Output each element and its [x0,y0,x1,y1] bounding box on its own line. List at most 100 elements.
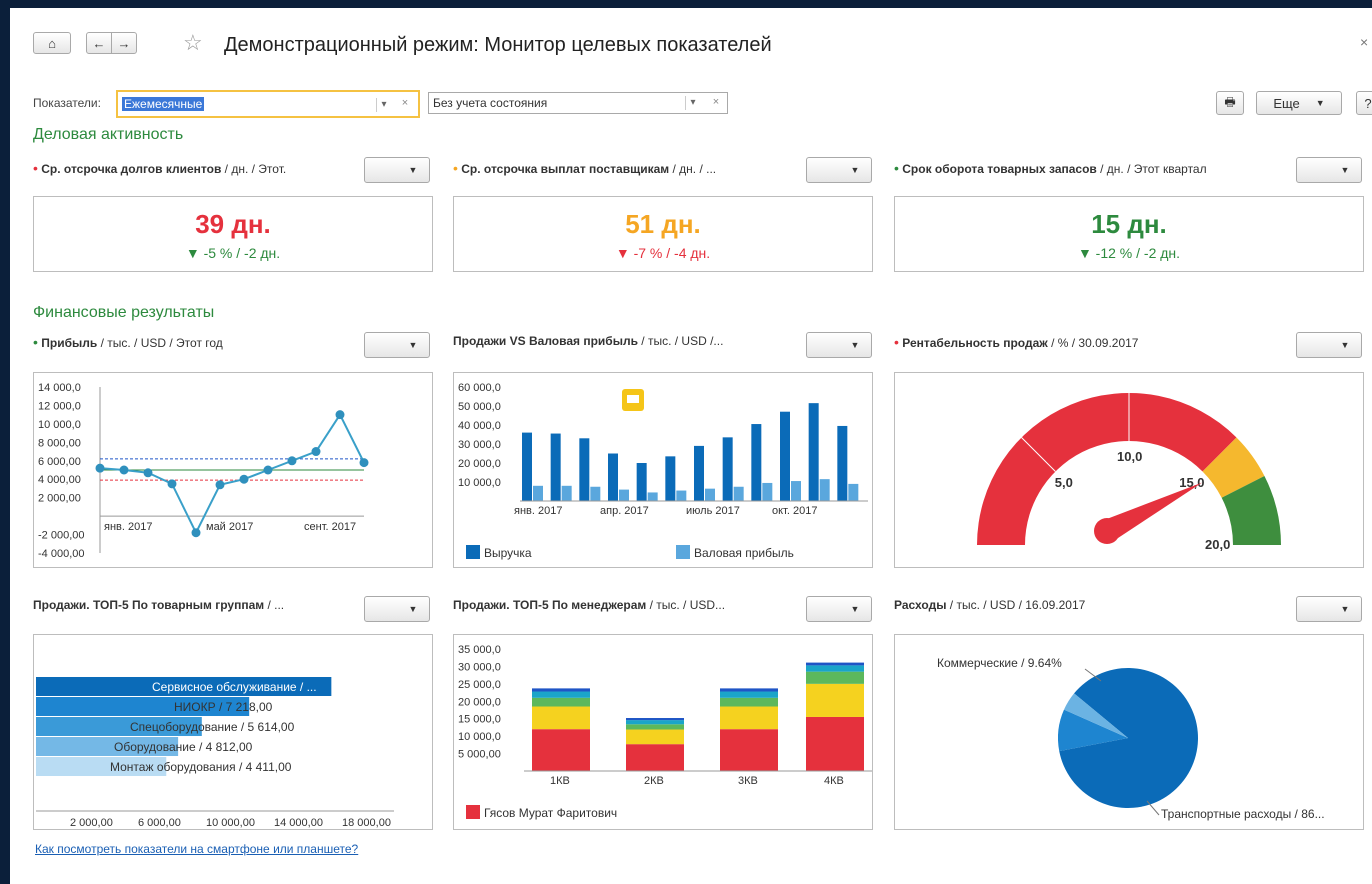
data-point [119,465,129,475]
stacked-bar-segment [626,720,684,725]
stacked-bar-segment [806,671,864,684]
section-financial-results: Финансовые результаты [33,304,215,321]
data-point [143,468,153,478]
bar [791,481,801,501]
bar [608,453,618,501]
stacked-bar-segment [532,691,590,698]
bar [751,424,762,501]
stacked-bar-segment [806,716,864,771]
indicators-dropdown-icon[interactable]: ▾ [376,98,391,112]
bar [762,482,773,501]
print-button[interactable]: 🖶 [1216,91,1244,115]
data-point [359,458,369,468]
more-arrow-icon: ▼ [1315,98,1325,108]
bar [676,490,687,501]
x-tick-label: 3КВ [738,775,758,787]
data-point [287,456,297,466]
x-tick-label: 14 000,00 [274,817,323,829]
x-tick-label: сент. 2017 [304,521,356,533]
chart-panel-expenses: Коммерческие / 9.64% Транспортные расходы… [894,634,1364,830]
stacked-bar-segment [720,729,778,771]
profit-menu-button[interactable]: ▼ [364,332,430,358]
chevron-down-icon: ▼ [1340,165,1350,175]
sales-vs-bar-chart: 60 000,0 50 000,0 40 000,0 30 000,0 20 000,0… [458,382,868,560]
bar-label: Монтаж оборудования / 4 411,00 [110,760,292,774]
x-tick-label: 4КВ [824,775,844,787]
kpi-title-receivables: • Ср. отсрочка долгов клиентов / дн. / Э… [33,160,287,176]
bar [533,485,543,501]
chevron-down-icon: ▼ [408,340,418,350]
home-button[interactable]: ⌂ [33,32,71,54]
top-managers-menu-button[interactable]: ▼ [806,596,872,622]
status-dot-icon: • [894,334,899,350]
y-tick-label: 50 000,0 [458,401,501,413]
y-tick-label: 12 000,0 [38,400,81,412]
help-button[interactable]: ? [1356,91,1372,115]
gauge-tick-label: 10,0 [1117,449,1142,464]
bar-label: НИОКР / 7 218,00 [174,700,273,714]
widget-title-top-groups: Продажи. ТОП-5 По товарным группам / ... [33,598,285,612]
stacked-bar-segment [626,718,684,721]
y-tick-label: 5 000,00 [458,749,501,761]
bar [619,489,629,501]
bar [647,492,658,501]
forward-button[interactable]: → [111,32,137,54]
widget-title-profit: • Прибыль / тыс. / USD / Этот год [33,334,223,350]
data-point [335,410,345,420]
widget-title-rentab: • Рентабельность продаж / % / 30.09.2017 [894,334,1139,350]
top-groups-bar-chart: Сервисное обслуживание / ... НИОКР / 7 21… [36,677,394,829]
profit-line-chart: 14 000,0 12 000,0 10 000,0 8 000,00 6 000,00… [38,382,369,560]
back-button[interactable]: ← [86,32,112,54]
sales-vs-menu-button[interactable]: ▼ [806,332,872,358]
bar [665,456,676,501]
legend-swatch [466,805,480,819]
kpi-inventory-menu-button[interactable]: ▼ [1296,157,1362,183]
gauge-tick-label: 20,0 [1205,537,1230,552]
kpi-payables-menu-button[interactable]: ▼ [806,157,872,183]
close-icon[interactable]: × [1360,34,1368,50]
bar [522,432,532,501]
indicators-select[interactable]: Ежемесячные ▾ × [116,90,420,118]
pie-label: Транспортные расходы / 86... [1161,807,1325,821]
gauge-needle-hub [1094,518,1120,544]
chevron-down-icon: ▼ [850,340,860,350]
data-point [191,528,201,538]
stacked-bar-segment [532,706,590,730]
y-tick-label: 2 000,00 [38,493,81,505]
widget-title-top-managers: Продажи. ТОП-5 По менеджерам / тыс. / US… [453,598,726,612]
y-tick-label: 10 000,0 [458,477,501,489]
more-button[interactable]: Еще ▼ [1256,91,1342,115]
expenses-menu-button[interactable]: ▼ [1296,596,1362,622]
widget-title-sales-vs: Продажи VS Валовая прибыль / тыс. / USD … [453,334,724,348]
x-tick-label: 10 000,00 [206,817,255,829]
y-tick-label: 20 000,0 [458,696,501,708]
kpi-delta: ▼ -7 % / -4 дн. [615,245,711,261]
favorite-star-icon[interactable]: ☆ [183,30,203,56]
smartphone-help-link[interactable]: Как посмотреть показатели на смартфоне и… [35,842,358,856]
stacked-bar-segment [720,691,778,698]
pie-label: Коммерческие / 9.64% [937,656,1062,670]
state-dropdown-icon[interactable]: ▾ [685,96,700,110]
y-tick-label: 20 000,0 [458,458,501,470]
bar [636,463,647,501]
y-tick-label: 60 000,0 [458,382,501,394]
bar [590,486,601,501]
data-point [215,480,225,490]
stacked-bar-segment [720,706,778,730]
widget-title-expenses: Расходы / тыс. / USD / 16.09.2017 [894,598,1086,612]
top-groups-menu-button[interactable]: ▼ [364,596,430,622]
y-tick-label: 10 000,0 [458,731,501,743]
y-tick-label: 25 000,0 [458,679,501,691]
data-point [239,474,249,484]
rentab-menu-button[interactable]: ▼ [1296,332,1362,358]
x-tick-label: апр. 2017 [600,505,649,517]
y-tick-label: 40 000,0 [458,420,501,432]
data-point [263,465,273,475]
state-select[interactable]: Без учета состояния ▾ × [428,92,728,114]
chart-panel-top-groups: Сервисное обслуживание / ... НИОКР / 7 21… [33,634,433,830]
kpi-receivables-menu-button[interactable]: ▼ [364,157,430,183]
state-clear-icon[interactable]: × [709,96,723,108]
indicators-label: Показатели: [33,96,101,110]
indicators-clear-icon[interactable]: × [398,97,412,109]
kpi-panel-payables: 51 дн. ▼ -7 % / -4 дн. [453,196,873,272]
